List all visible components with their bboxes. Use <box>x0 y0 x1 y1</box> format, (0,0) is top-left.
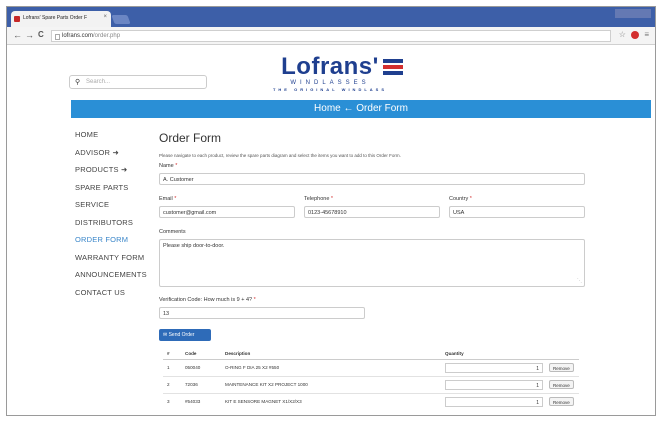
nav-item-products[interactable]: PRODUCTS ➜ <box>75 164 155 182</box>
name-label: Name * <box>159 163 178 169</box>
col-quantity: Quantity <box>441 349 545 360</box>
row-description: KIT E SENSORE MAGNET X1/X2/X3 <box>221 392 441 410</box>
row-code: 050040 <box>181 358 221 376</box>
nav-item-warranty-form[interactable]: WARRANTY FORM <box>75 252 155 270</box>
toolbar-right: ☆ ≡ <box>619 30 649 39</box>
verification-label: Verification Code: How much is 9 + 4? * <box>159 297 256 303</box>
tab-close-icon[interactable]: × <box>103 14 107 20</box>
nav-item-spare-parts[interactable]: SPARE PARTS <box>75 182 155 200</box>
url-host: lofrans.com <box>62 33 94 39</box>
title-bar: Lofrans' Spare Parts Order F × <box>7 7 655 27</box>
col-number: # <box>163 349 181 360</box>
nav-item-advisor[interactable]: ADVISOR ➜ <box>75 147 155 165</box>
nav-item-service[interactable]: SERVICE <box>75 199 155 217</box>
row-number: 3 <box>163 392 181 410</box>
form-intro: Please navigate to each product, review … <box>159 153 401 158</box>
remove-button[interactable]: Remove <box>549 397 574 407</box>
country-field[interactable]: USA <box>449 206 585 218</box>
send-order-label: Send Order <box>168 332 195 338</box>
favicon-icon <box>14 16 20 22</box>
search-input[interactable]: ⚲ Search... <box>69 75 207 89</box>
nav-item-home[interactable]: HOME <box>75 129 155 147</box>
envelope-icon: ✉ <box>163 332 168 338</box>
tab-title: Lofrans' Spare Parts Order F <box>23 15 88 21</box>
row-description: O-RING F DIA 25 X2 #550 <box>221 358 441 376</box>
browser-tab[interactable]: Lofrans' Spare Parts Order F × <box>11 11 111 27</box>
resize-handle-icon[interactable]: ⋱ <box>577 278 582 284</box>
sidebar-nav: HOME ADVISOR ➜ PRODUCTS ➜ SPARE PARTS SE… <box>75 129 155 304</box>
logo-subtagline: THE ORIGINAL WINDLASS <box>272 87 388 92</box>
logo-tagline: WINDLASSES <box>290 80 370 86</box>
table-header-row: # Code Description Quantity <box>163 349 579 360</box>
search-placeholder: Search... <box>86 79 111 85</box>
back-icon[interactable]: ← <box>13 30 22 40</box>
table-row: 2 72036 MAINTENANCE KIT X2 PROJECT 1000 … <box>163 375 579 393</box>
nav-item-announcements[interactable]: ANNOUNCEMENTS <box>75 269 155 287</box>
table-row: 1 050040 O-RING F DIA 25 X2 #550 1 Remov… <box>163 358 579 376</box>
row-description: MAINTENANCE KIT X2 PROJECT 1000 <box>221 375 441 393</box>
row-number: 2 <box>163 375 181 393</box>
logo-mark-icon <box>383 59 403 77</box>
breadcrumb-banner: Home ← Order Form <box>71 100 651 118</box>
remove-button[interactable]: Remove <box>549 380 574 389</box>
browser-window: Lofrans' Spare Parts Order F × ← → C lof… <box>6 6 656 416</box>
comments-text: Please ship door-to-door. <box>163 243 225 249</box>
verification-field[interactable]: 13 <box>159 307 365 319</box>
page-title: Order Form <box>159 131 222 145</box>
comments-label: Comments <box>159 229 186 235</box>
page-icon <box>55 34 60 40</box>
search-icon: ⚲ <box>75 79 81 86</box>
url-path: /order.php <box>93 33 121 39</box>
telephone-field[interactable]: 0123-45678910 <box>304 206 440 218</box>
col-code: Code <box>181 349 221 360</box>
lofrans-logo[interactable]: Lofrans' WINDLASSES THE ORIGINAL WINDLAS… <box>255 55 405 95</box>
telephone-label: Telephone * <box>304 196 334 202</box>
quantity-input[interactable]: 1 <box>445 362 543 373</box>
order-form: Order Form Please navigate to each produ… <box>159 131 589 410</box>
quantity-input[interactable]: 1 <box>445 396 543 407</box>
col-description: Description <box>221 349 441 360</box>
row-code: #54033 <box>181 392 221 410</box>
extension-icon[interactable] <box>631 30 640 39</box>
menu-icon[interactable]: ≡ <box>644 30 649 39</box>
name-field[interactable]: A. Customer <box>159 173 585 185</box>
new-tab-button[interactable] <box>111 15 131 24</box>
star-icon[interactable]: ☆ <box>619 30 626 39</box>
nav-item-distributors[interactable]: DISTRIBUTORS <box>75 217 155 235</box>
order-items-table: # Code Description Quantity 1 050040 O-R… <box>163 349 579 410</box>
page-content: ⚲ Search... Lofrans' WINDLASSES THE ORIG… <box>7 45 655 415</box>
nav-item-contact-us[interactable]: CONTACT US <box>75 287 155 305</box>
send-order-button[interactable]: ✉ Send Order <box>159 329 211 341</box>
nav-item-order-form[interactable]: ORDER FORM <box>75 234 155 252</box>
col-action <box>545 349 579 360</box>
quantity-input[interactable]: 1 <box>445 379 543 390</box>
comments-textarea[interactable]: Please ship door-to-door. ⋱ <box>159 239 585 287</box>
country-label: Country * <box>449 196 472 202</box>
email-label: Email * <box>159 196 177 202</box>
window-controls[interactable] <box>615 9 651 18</box>
email-field[interactable]: customer@gmail.com <box>159 206 295 218</box>
forward-icon[interactable]: → <box>25 30 34 40</box>
browser-toolbar: ← → C lofrans.com/order.php ☆ ≡ <box>7 27 655 45</box>
table-row: 3 #54033 KIT E SENSORE MAGNET X1/X2/X3 1… <box>163 392 579 410</box>
row-code: 72036 <box>181 375 221 393</box>
row-number: 1 <box>163 358 181 376</box>
address-bar[interactable]: lofrans.com/order.php <box>51 30 611 42</box>
reload-icon[interactable]: C <box>38 30 44 39</box>
remove-button[interactable]: Remove <box>549 363 574 372</box>
